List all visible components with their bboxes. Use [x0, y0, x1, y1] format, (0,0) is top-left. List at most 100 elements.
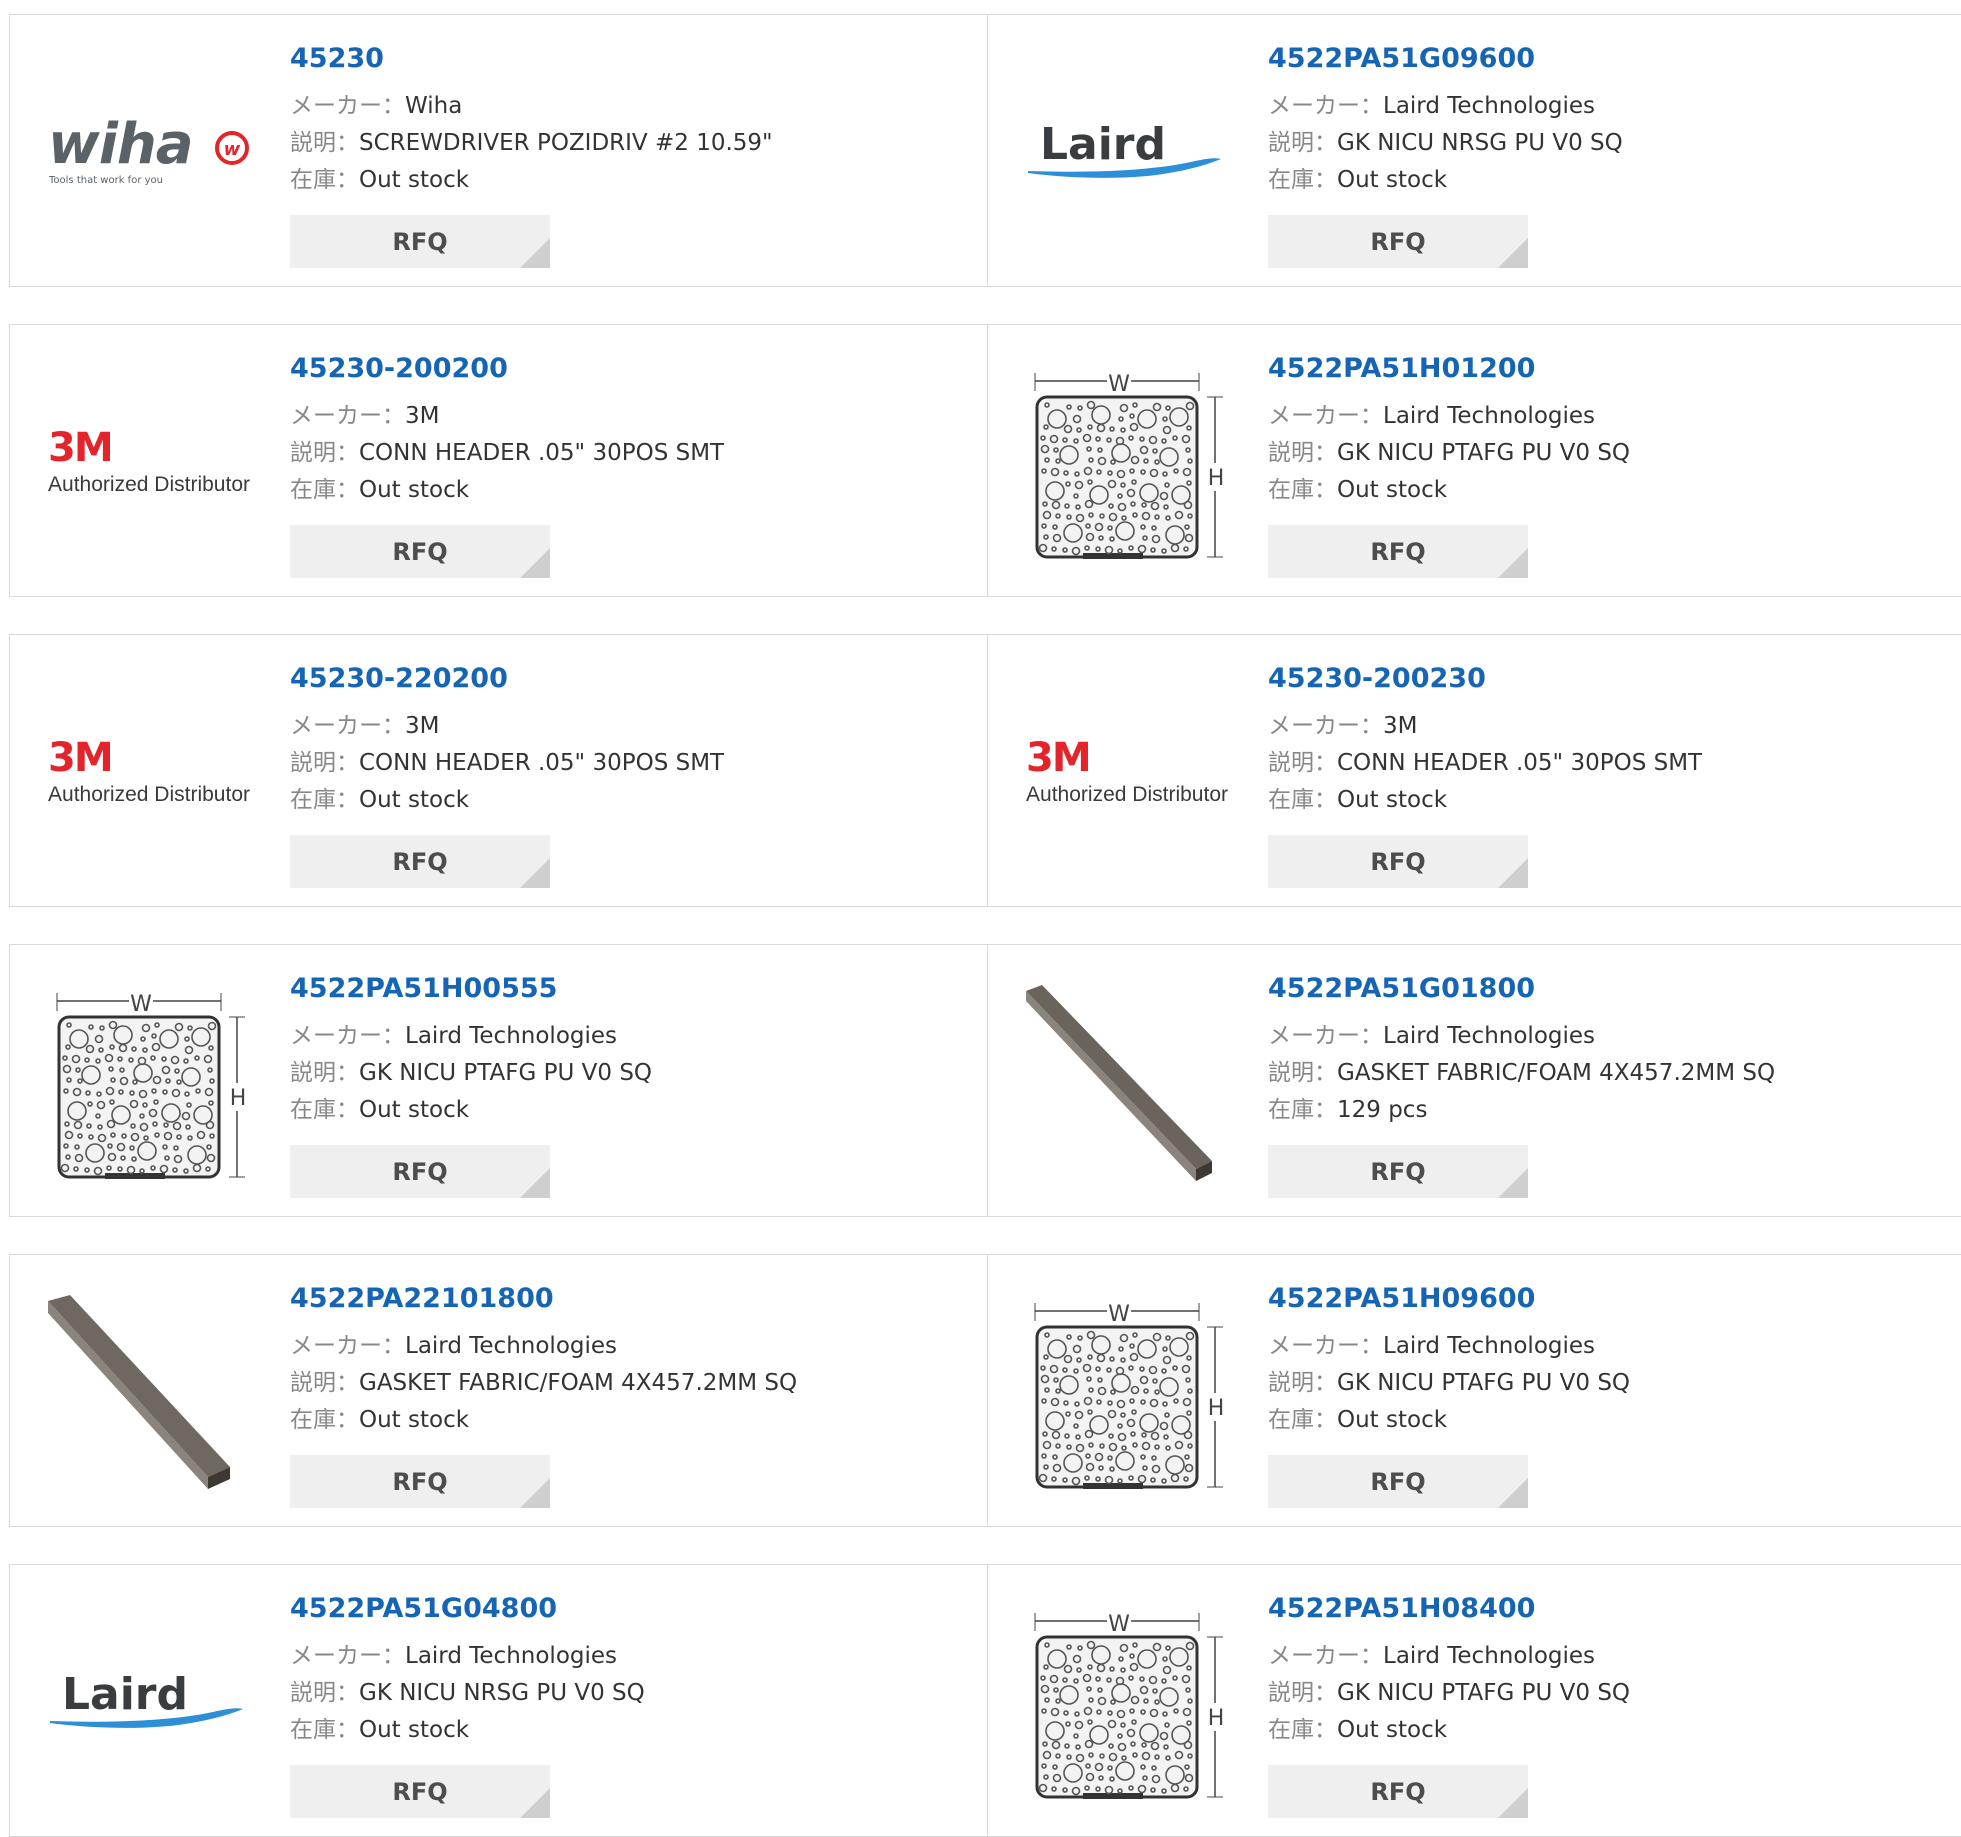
- maker-value: Laird Technologies: [1383, 1333, 1596, 1359]
- product-image[interactable]: 3M Authorized Distributor: [48, 365, 253, 565]
- product-info: 4522PA51G01800 メーカー：Laird Technologies 説…: [1268, 971, 1941, 1129]
- description-label: 説明：: [1268, 1680, 1337, 1706]
- maker-line: メーカー：Laird Technologies: [1268, 88, 1941, 125]
- product-info: 4522PA22101800 メーカー：Laird Technologies 説…: [290, 1281, 967, 1439]
- part-number-link[interactable]: 4522PA51H00555: [290, 971, 967, 1007]
- stock-line: 在庫：Out stock: [290, 162, 967, 199]
- width-label: W: [130, 992, 152, 1017]
- product-image[interactable]: wiha w Tools that work for you: [48, 55, 253, 255]
- rfq-button[interactable]: RFQ: [290, 835, 550, 888]
- product-card: W H 4522PA51H00555 メーカー：Laird Technologi…: [10, 945, 988, 1216]
- stock-label: 在庫：: [1268, 787, 1337, 813]
- part-number-link[interactable]: 4522PA51G09600: [1268, 41, 1941, 77]
- 3m-wordmark: 3M: [48, 735, 112, 781]
- product-image[interactable]: 3M Authorized Distributor: [1026, 675, 1231, 875]
- rfq-label: RFQ: [392, 227, 448, 256]
- rfq-button[interactable]: RFQ: [290, 1455, 550, 1508]
- product-row: wiha w Tools that work for you 45230 メーカ…: [9, 14, 1961, 287]
- description-line: 説明：CONN HEADER .05" 30POS SMT: [290, 435, 967, 472]
- product-grid: wiha w Tools that work for you 45230 メーカ…: [9, 14, 1961, 1837]
- description-line: 説明：CONN HEADER .05" 30POS SMT: [1268, 745, 1941, 782]
- rfq-button[interactable]: RFQ: [1268, 1455, 1528, 1508]
- maker-line: メーカー：Laird Technologies: [290, 1638, 967, 1675]
- product-image[interactable]: [48, 1295, 253, 1495]
- product-image[interactable]: 3M Authorized Distributor: [48, 675, 253, 875]
- wiha-logo: wiha w Tools that work for you: [48, 115, 249, 186]
- corner-triangle-icon: [1498, 1788, 1528, 1818]
- product-image[interactable]: W H: [1026, 1605, 1231, 1805]
- part-number-link[interactable]: 4522PA51H08400: [1268, 1591, 1941, 1627]
- maker-label: メーカー：: [290, 713, 405, 739]
- stock-label: 在庫：: [290, 1717, 359, 1743]
- corner-triangle-icon: [1498, 1478, 1528, 1508]
- description-value: GK NICU NRSG PU V0 SQ: [359, 1680, 645, 1706]
- laird-logo: Laird: [1028, 119, 1221, 178]
- corner-triangle-icon: [520, 548, 550, 578]
- maker-value: Laird Technologies: [1383, 93, 1596, 119]
- part-number-link[interactable]: 4522PA51H01200: [1268, 351, 1941, 387]
- product-image[interactable]: W H: [1026, 1295, 1231, 1495]
- description-label: 説明：: [290, 440, 359, 466]
- description-value: GASKET FABRIC/FOAM 4X457.2MM SQ: [359, 1370, 798, 1396]
- rfq-button[interactable]: RFQ: [290, 1145, 550, 1198]
- 3m-caption: Authorized Distributor: [1026, 783, 1228, 806]
- laird-wordmark: Laird: [1040, 119, 1166, 170]
- corner-triangle-icon: [520, 1788, 550, 1818]
- description-label: 説明：: [1268, 130, 1337, 156]
- stock-value: Out stock: [359, 477, 470, 503]
- rfq-button[interactable]: RFQ: [290, 215, 550, 268]
- part-number-link[interactable]: 4522PA51H09600: [1268, 1281, 1941, 1317]
- rfq-button[interactable]: RFQ: [290, 525, 550, 578]
- description-value: CONN HEADER .05" 30POS SMT: [359, 440, 725, 466]
- stock-line: 在庫：Out stock: [1268, 782, 1941, 819]
- part-number-link[interactable]: 45230: [290, 41, 967, 77]
- part-number-link[interactable]: 45230-200200: [290, 351, 967, 387]
- rfq-button[interactable]: RFQ: [1268, 835, 1528, 888]
- height-label: H: [229, 1086, 246, 1111]
- width-label: W: [1108, 1612, 1130, 1637]
- rfq-button[interactable]: RFQ: [290, 1765, 550, 1818]
- product-info: 45230-200230 メーカー：3M 説明：CONN HEADER .05"…: [1268, 661, 1941, 819]
- stock-label: 在庫：: [290, 167, 359, 193]
- description-line: 説明：GK NICU NRSG PU V0 SQ: [1268, 125, 1941, 162]
- product-image[interactable]: Laird: [1026, 55, 1231, 255]
- stock-value: Out stock: [1337, 1717, 1448, 1743]
- part-number-link[interactable]: 45230-220200: [290, 661, 967, 697]
- part-number-link[interactable]: 45230-200230: [1268, 661, 1941, 697]
- rfq-button[interactable]: RFQ: [1268, 215, 1528, 268]
- stock-line: 在庫：Out stock: [290, 1712, 967, 1749]
- rfq-label: RFQ: [1370, 227, 1426, 256]
- description-value: GK NICU PTAFG PU V0 SQ: [359, 1060, 653, 1086]
- description-line: 説明：GK NICU PTAFG PU V0 SQ: [1268, 1675, 1941, 1712]
- product-image[interactable]: W H: [48, 985, 253, 1185]
- rfq-label: RFQ: [1370, 1157, 1426, 1186]
- part-number-link[interactable]: 4522PA51G04800: [290, 1591, 967, 1627]
- product-image[interactable]: [1026, 985, 1231, 1185]
- stock-value: Out stock: [359, 1717, 470, 1743]
- part-number-link[interactable]: 4522PA22101800: [290, 1281, 967, 1317]
- rfq-label: RFQ: [392, 1157, 448, 1186]
- laird-logo: Laird: [50, 1669, 243, 1728]
- product-image[interactable]: Laird: [48, 1605, 253, 1805]
- maker-value: Wiha: [405, 93, 463, 119]
- maker-value: Laird Technologies: [405, 1023, 618, 1049]
- rfq-button[interactable]: RFQ: [1268, 525, 1528, 578]
- corner-triangle-icon: [1498, 238, 1528, 268]
- stock-value: Out stock: [359, 167, 470, 193]
- description-label: 説明：: [1268, 750, 1337, 776]
- product-card: W H 4522PA51H08400 メーカー：Laird Technologi…: [988, 1565, 1961, 1836]
- 3m-logo: 3M Authorized Distributor: [1026, 735, 1228, 806]
- description-label: 説明：: [1268, 440, 1337, 466]
- product-image[interactable]: W H: [1026, 365, 1231, 565]
- product-info: 45230-220200 メーカー：3M 説明：CONN HEADER .05"…: [290, 661, 967, 819]
- wiha-tagline: Tools that work for you: [48, 175, 163, 186]
- maker-label: メーカー：: [1268, 1333, 1383, 1359]
- product-card: 3M Authorized Distributor 45230-200230 メ…: [988, 635, 1961, 906]
- part-number-link[interactable]: 4522PA51G01800: [1268, 971, 1941, 1007]
- product-info: 4522PA51H08400 メーカー：Laird Technologies 説…: [1268, 1591, 1941, 1749]
- description-value: GK NICU PTAFG PU V0 SQ: [1337, 1370, 1631, 1396]
- description-value: GK NICU PTAFG PU V0 SQ: [1337, 1680, 1631, 1706]
- product-info: 4522PA51H09600 メーカー：Laird Technologies 説…: [1268, 1281, 1941, 1439]
- rfq-button[interactable]: RFQ: [1268, 1765, 1528, 1818]
- rfq-button[interactable]: RFQ: [1268, 1145, 1528, 1198]
